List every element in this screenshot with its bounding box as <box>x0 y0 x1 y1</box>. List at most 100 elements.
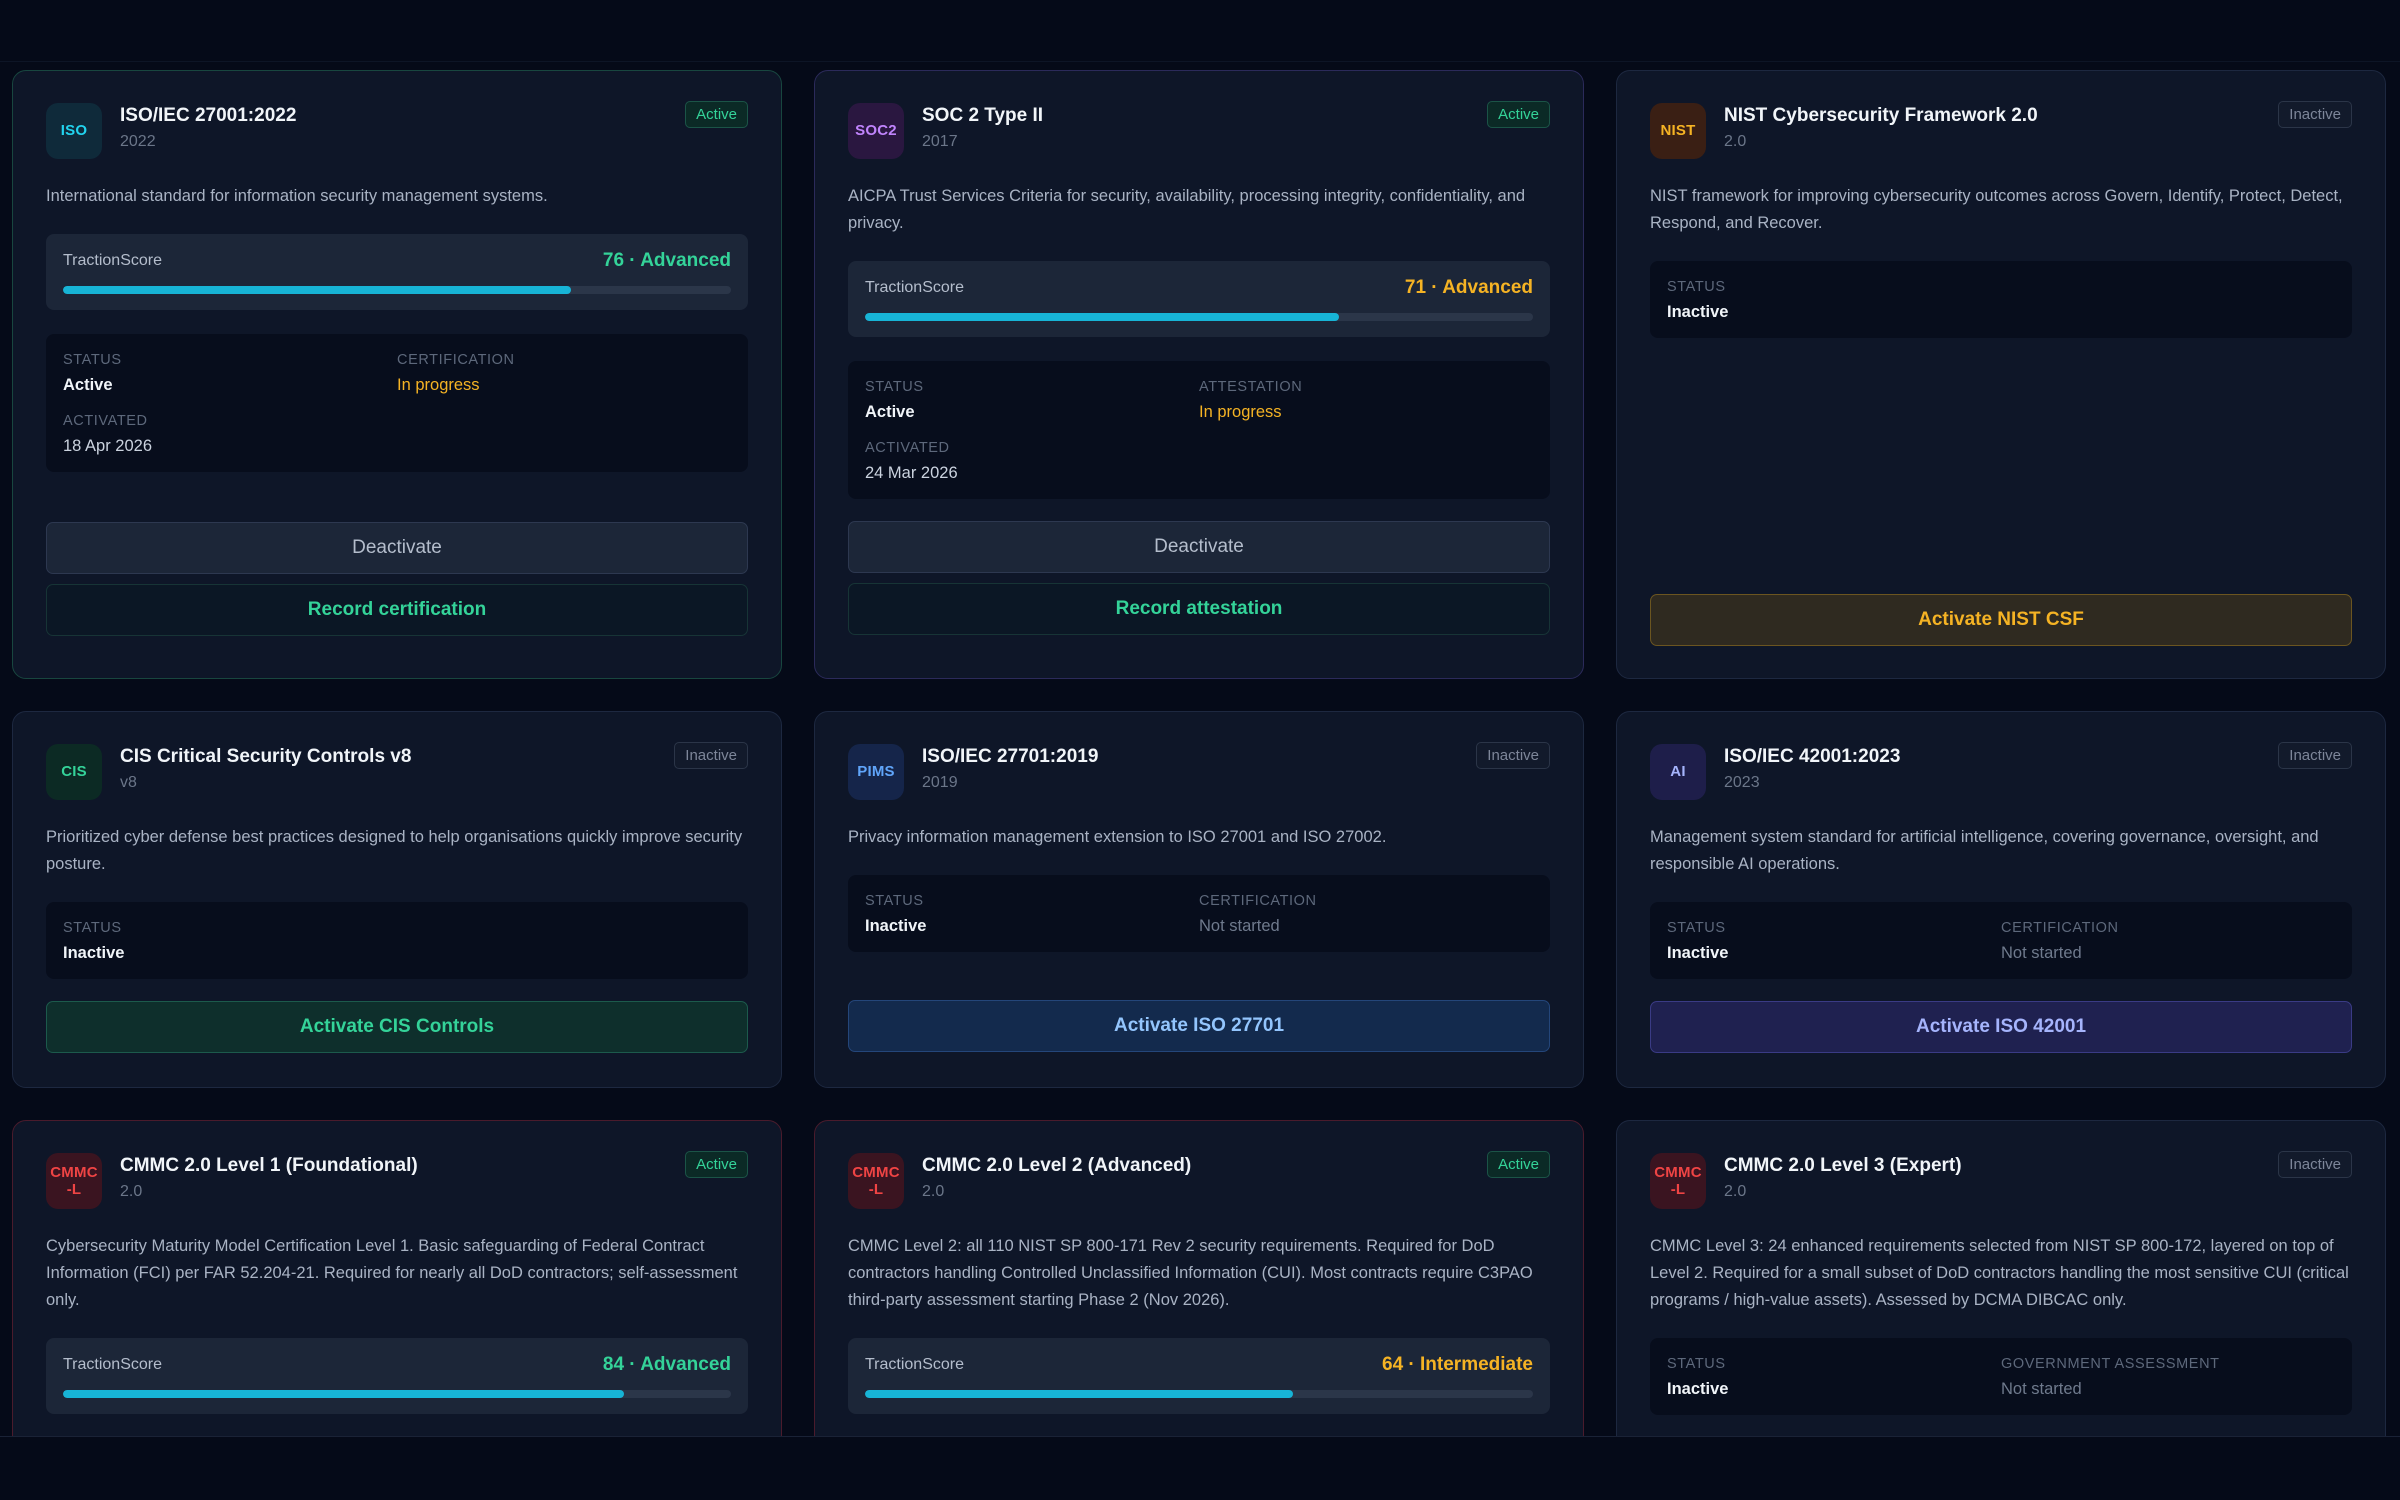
activate-cis-controls-button[interactable]: Activate CIS Controls <box>46 1001 748 1053</box>
certification-label: CERTIFICATION <box>1199 893 1317 909</box>
status-value: Inactive <box>1667 1380 1729 1398</box>
status-badge: Inactive <box>2278 101 2352 128</box>
cmmc-logo-icon: CMMC-L <box>46 1153 102 1209</box>
activate-iso42001-button[interactable]: Activate ISO 42001 <box>1650 1001 2352 1053</box>
activate-nist-csf-button[interactable]: Activate NIST CSF <box>1650 594 2352 646</box>
status-details: STATUS Inactive <box>1650 261 2352 338</box>
traction-score-label: TractionScore <box>865 1356 964 1373</box>
framework-title: SOC 2 Type II <box>922 105 1044 126</box>
activated-label: ACTIVATED <box>63 413 148 429</box>
status-badge: Inactive <box>2278 1151 2352 1178</box>
cmmc-logo-icon: CMMC-L <box>848 1153 904 1209</box>
framework-card-iso27701: PIMS ISO/IEC 27701:2019 2019 Inactive Pr… <box>814 711 1584 1088</box>
deactivate-button[interactable]: Deactivate <box>46 522 748 574</box>
cmmc-logo-icon: CMMC-L <box>1650 1153 1706 1209</box>
status-value: Inactive <box>865 917 927 935</box>
framework-grid: ISO ISO/IEC 27001:2022 2022 Active Inter… <box>12 70 2386 1436</box>
status-value: Active <box>865 403 915 421</box>
status-label: STATUS <box>1667 279 1726 295</box>
framework-version: 2023 <box>1724 774 1760 791</box>
status-label: STATUS <box>1667 1356 1726 1372</box>
cis-logo-icon: CIS <box>46 744 102 800</box>
framework-version: 2017 <box>922 133 958 150</box>
traction-score-value: 71 · Advanced <box>1404 277 1533 298</box>
attestation-label: ATTESTATION <box>1199 379 1303 395</box>
certification-label: CERTIFICATION <box>2001 920 2119 936</box>
status-details: STATUS Active CERTIFICATION In progress AC… <box>46 334 748 472</box>
government-assessment-label: GOVERNMENT ASSESSMENT <box>2001 1356 2220 1372</box>
framework-card-nist-csf: NIST NIST Cybersecurity Framework 2.0 2.… <box>1616 70 2386 679</box>
deactivate-button[interactable]: Deactivate <box>848 521 1550 573</box>
status-details: STATUS Active ATTESTATION In progress ACTI… <box>848 361 1550 499</box>
framework-description: International standard for information s… <box>46 187 548 205</box>
ai-logo-icon: AI <box>1650 744 1706 800</box>
framework-card-cmmc-l3: CMMC-L CMMC 2.0 Level 3 (Expert) 2.0 Ina… <box>1616 1120 2386 1436</box>
record-certification-button[interactable]: Record certification <box>46 584 748 636</box>
traction-score-label: TractionScore <box>865 279 964 296</box>
status-badge: Active <box>1487 101 1550 128</box>
traction-score-bar <box>63 1390 731 1398</box>
status-label: STATUS <box>63 920 122 936</box>
traction-score-panel: TractionScore 64 · Intermediate <box>848 1338 1550 1414</box>
traction-score-label: TractionScore <box>63 1356 162 1373</box>
traction-score-value: 84 · Advanced <box>602 1354 731 1375</box>
certification-value: In progress <box>397 376 480 394</box>
framework-description: AICPA Trust Services Criteria for securi… <box>848 187 1526 232</box>
framework-version: 2.0 <box>120 1183 143 1200</box>
status-label: STATUS <box>865 893 924 909</box>
framework-description: Prioritized cyber defense best practices… <box>46 828 743 873</box>
framework-title: ISO/IEC 27701:2019 <box>922 746 1099 767</box>
framework-card-iso42001: AI ISO/IEC 42001:2023 2023 Inactive Mana… <box>1616 711 2386 1088</box>
activated-value: 24 Mar 2026 <box>865 464 958 482</box>
framework-title: CMMC 2.0 Level 1 (Foundational) <box>120 1155 418 1176</box>
status-details: STATUS Inactive GOVERNMENT ASSESSMENT Not … <box>1650 1338 2352 1415</box>
framework-title: CMMC 2.0 Level 2 (Advanced) <box>922 1155 1192 1176</box>
traction-score-value: 76 · Advanced <box>602 250 731 271</box>
status-value: Active <box>63 376 113 394</box>
status-label: STATUS <box>1667 920 1726 936</box>
status-label: STATUS <box>63 352 122 368</box>
status-badge: Inactive <box>1476 742 1550 769</box>
top-bar <box>0 0 2400 62</box>
status-details: STATUS Inactive CERTIFICATION Not started <box>848 875 1550 952</box>
framework-description: CMMC Level 2: all 110 NIST SP 800-171 Re… <box>848 1237 1533 1309</box>
attestation-value: In progress <box>1199 403 1282 421</box>
framework-version: 2.0 <box>1724 1183 1747 1200</box>
status-label: STATUS <box>865 379 924 395</box>
traction-score-fill <box>865 313 1340 321</box>
certification-label: CERTIFICATION <box>397 352 515 368</box>
framework-description: CMMC Level 3: 24 enhanced requirements s… <box>1650 1237 2349 1309</box>
activate-iso27701-button[interactable]: Activate ISO 27701 <box>848 1000 1550 1052</box>
traction-score-fill <box>63 1390 625 1398</box>
status-value: Inactive <box>63 944 125 962</box>
framework-version: 2019 <box>922 774 958 791</box>
framework-title: ISO/IEC 27001:2022 <box>120 105 297 126</box>
record-attestation-button[interactable]: Record attestation <box>848 583 1550 635</box>
activated-value: 18 Apr 2026 <box>63 437 152 455</box>
iso-logo-icon: ISO <box>46 103 102 159</box>
framework-version: v8 <box>120 774 137 791</box>
framework-card-cmmc-l2: CMMC-L CMMC 2.0 Level 2 (Advanced) 2.0 A… <box>814 1120 1584 1436</box>
status-value: Inactive <box>1667 944 1729 962</box>
status-badge: Active <box>1487 1151 1550 1178</box>
status-badge: Inactive <box>674 742 748 769</box>
soc2-logo-icon: SOC2 <box>848 103 904 159</box>
nist-logo-icon: NIST <box>1650 103 1706 159</box>
activated-label: ACTIVATED <box>865 440 950 456</box>
framework-title: CIS Critical Security Controls v8 <box>120 746 412 767</box>
status-badge: Active <box>685 101 748 128</box>
framework-version: 2.0 <box>1724 133 1747 150</box>
traction-score-panel: TractionScore 76 · Advanced <box>46 234 748 310</box>
framework-description: Cybersecurity Maturity Model Certificati… <box>46 1237 738 1309</box>
framework-title: CMMC 2.0 Level 3 (Expert) <box>1724 1155 1962 1176</box>
traction-score-panel: TractionScore 71 · Advanced <box>848 261 1550 337</box>
traction-score-fill <box>865 1390 1293 1398</box>
framework-card-soc2: SOC2 SOC 2 Type II 2017 Active AICPA Tru… <box>814 70 1584 679</box>
traction-score-label: TractionScore <box>63 252 162 269</box>
traction-score-bar <box>63 286 731 294</box>
framework-description: Management system standard for artificia… <box>1650 828 2319 873</box>
status-badge: Inactive <box>2278 742 2352 769</box>
framework-version: 2.0 <box>922 1183 945 1200</box>
traction-score-panel: TractionScore 84 · Advanced <box>46 1338 748 1414</box>
framework-card-cmmc-l1: CMMC-L CMMC 2.0 Level 1 (Foundational) 2… <box>12 1120 782 1436</box>
